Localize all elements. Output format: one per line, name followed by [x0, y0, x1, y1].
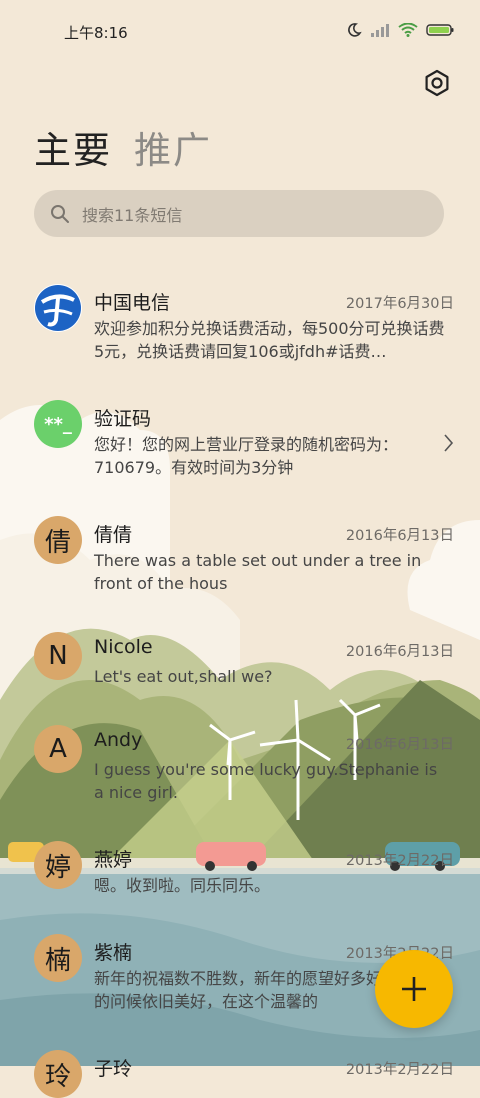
contact-name: Nicole: [94, 636, 153, 658]
avatar: 楠: [34, 934, 82, 982]
battery-icon: [426, 24, 454, 36]
category-tabs: 主要 推广: [34, 120, 212, 174]
avatar: 婷: [34, 841, 82, 889]
search-bar[interactable]: 搜索11条短信: [34, 190, 444, 237]
status-icons: [346, 22, 454, 38]
contact-name: 验证码: [94, 408, 152, 430]
tab-promotions[interactable]: 推广: [134, 120, 212, 174]
avatar: 倩: [34, 516, 82, 564]
avatar: A: [34, 725, 82, 773]
avatar: **_: [34, 400, 82, 448]
wifi-icon: [398, 23, 418, 37]
message-date: 2013年2月22日: [345, 853, 454, 869]
new-message-button[interactable]: [375, 950, 453, 1028]
message-date: 2017年6月30日: [345, 296, 454, 312]
search-icon: [51, 204, 69, 223]
message-preview: I guess you're some lucky guy.Stephanie …: [94, 760, 438, 802]
tab-primary[interactable]: 主要: [34, 120, 112, 174]
contact-name: 子玲: [94, 1058, 133, 1080]
message-date: 2016年6月13日: [345, 528, 454, 544]
contact-name: Andy: [94, 729, 143, 751]
message-preview: Let's eat out,shall we?: [94, 667, 273, 686]
signal-icon: [371, 24, 389, 37]
china-telecom-logo-icon: [34, 284, 82, 332]
contact-name: 燕婷: [94, 849, 133, 871]
plus-icon: [402, 977, 426, 1001]
message-preview: 欢迎参加积分兑换话费活动，每500分可兑换话费5元，兑换话费请回复106或jfd…: [94, 319, 445, 361]
message-preview: 您好！您的网上营业厅登录的随机密码为：710679。有效时间为3分钟: [94, 435, 399, 477]
message-date: 2013年2月22日: [345, 1062, 454, 1078]
chevron-right-icon: [444, 434, 454, 452]
message-preview: There was a table set out under a tree i…: [94, 551, 422, 593]
moon-icon: [348, 23, 362, 37]
status-bar: 上午8:16: [0, 0, 480, 62]
contact-name: 紫楠: [94, 942, 133, 964]
avatar: N: [34, 632, 82, 680]
settings-gear-icon[interactable]: [422, 68, 452, 98]
status-time: 上午8:16: [64, 24, 128, 42]
avatar: 玲: [34, 1050, 82, 1098]
contact-name: 中国电信: [94, 292, 171, 314]
contact-name: 倩倩: [94, 524, 133, 546]
message-preview: 嗯。收到啦。同乐同乐。: [94, 876, 271, 895]
search-placeholder: 搜索11条短信: [82, 205, 183, 225]
message-date: 2016年6月13日: [345, 737, 454, 753]
message-date: 2016年6月13日: [345, 644, 454, 660]
